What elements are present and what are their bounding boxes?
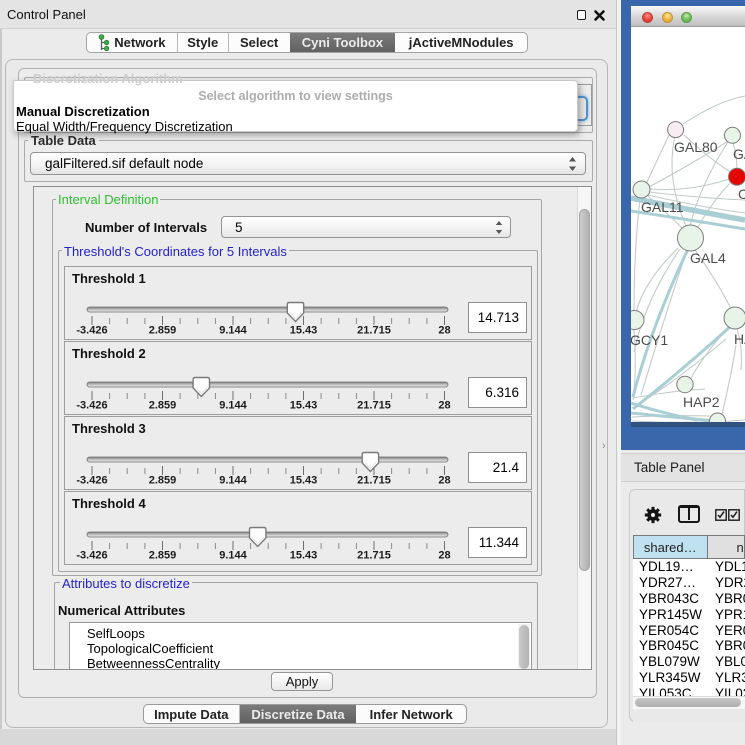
svg-text:GAL80: GAL80 [674,139,718,155]
svg-text:21.715: 21.715 [357,400,391,412]
svg-text:-3.426: -3.426 [76,325,107,337]
svg-text:9.144: 9.144 [219,325,247,337]
svg-text:2.859: 2.859 [149,550,177,562]
svg-text:15.43: 15.43 [290,400,318,412]
svg-text:9.144: 9.144 [219,475,247,487]
svg-text:-3.426: -3.426 [76,475,107,487]
svg-text:9.144: 9.144 [219,400,247,412]
svg-text:28: 28 [438,325,450,337]
svg-text:-3.426: -3.426 [76,550,107,562]
svg-text:-3.426: -3.426 [76,400,107,412]
svg-text:15.43: 15.43 [290,325,318,337]
svg-text:CB: CB [738,186,745,202]
svg-text:HA: HA [734,331,745,347]
svg-text:2.859: 2.859 [149,475,177,487]
svg-text:9.144: 9.144 [219,550,247,562]
svg-text:GAL11: GAL11 [641,199,684,215]
svg-text:28: 28 [438,550,450,562]
svg-text:15.43: 15.43 [290,475,318,487]
svg-text:2.859: 2.859 [149,400,177,412]
svg-text:15.43: 15.43 [290,550,318,562]
svg-text:21.715: 21.715 [357,325,391,337]
svg-text:GCY1: GCY1 [631,332,668,348]
svg-text:2.859: 2.859 [149,325,177,337]
svg-text:HAP2: HAP2 [683,394,720,410]
svg-text:28: 28 [438,400,450,412]
svg-text:GA: GA [733,146,745,162]
svg-text:21.715: 21.715 [357,550,391,562]
svg-text:28: 28 [438,475,450,487]
svg-text:21.715: 21.715 [357,475,391,487]
svg-text:GAL4: GAL4 [690,250,726,266]
